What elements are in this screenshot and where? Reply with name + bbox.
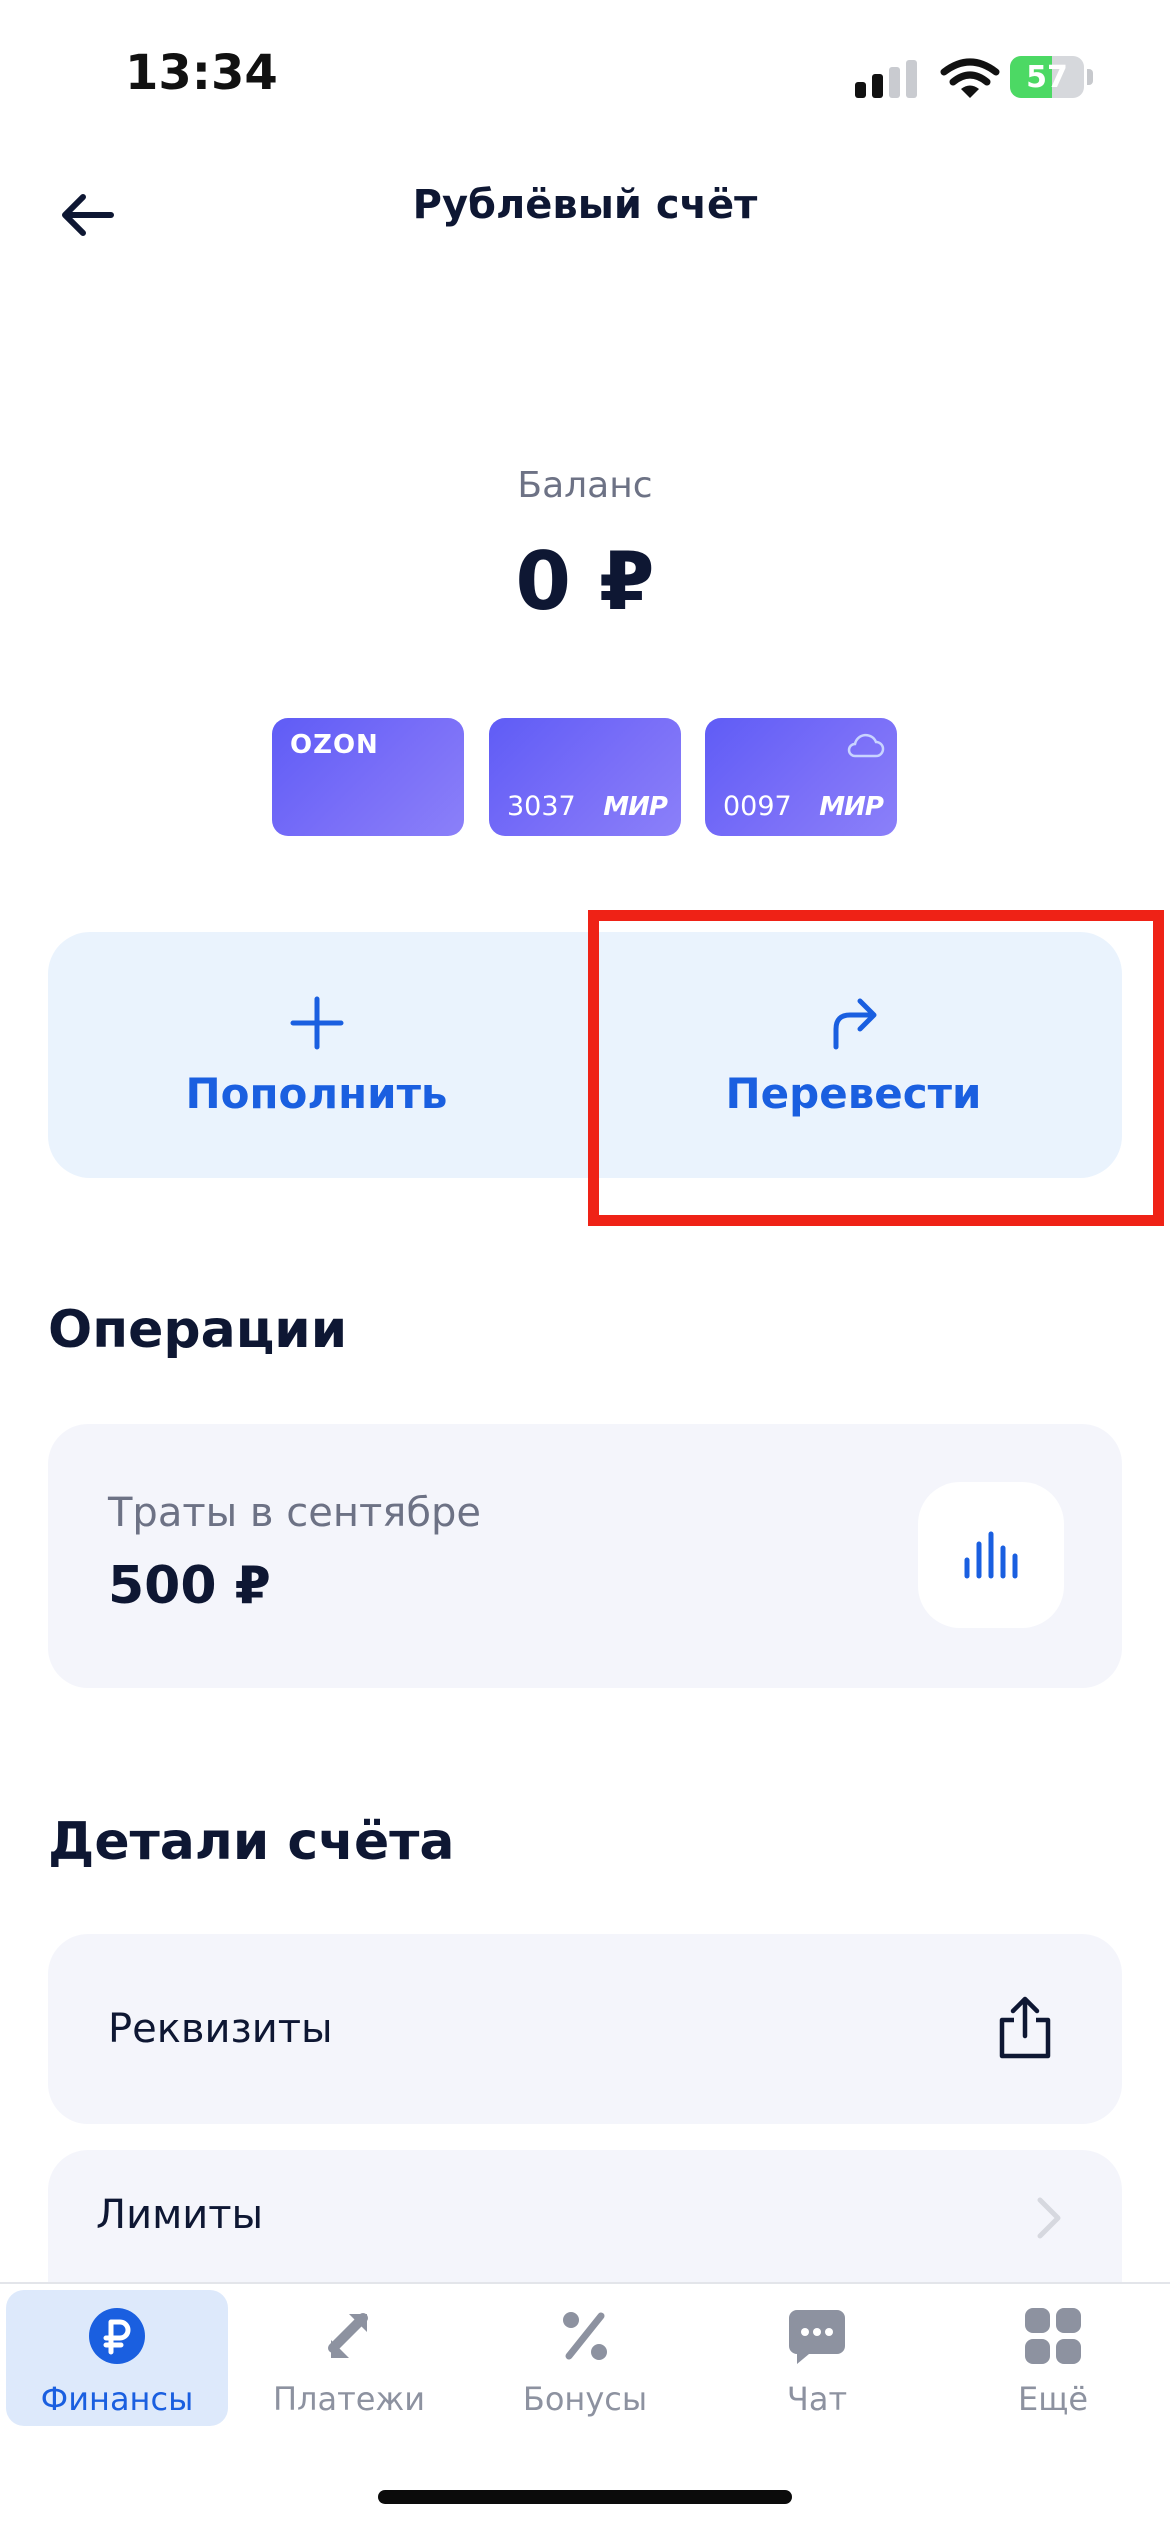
- tab-payments[interactable]: Платежи: [238, 2290, 460, 2426]
- tab-label: Финансы: [40, 2380, 194, 2418]
- limits-label: Лимиты: [96, 2192, 264, 2238]
- home-indicator: [378, 2490, 792, 2504]
- status-time: 13:34: [125, 45, 278, 101]
- cloud-icon: [847, 733, 885, 758]
- ruble-icon: [89, 2308, 145, 2364]
- tab-bonuses[interactable]: Бонусы: [474, 2290, 696, 2426]
- chevron-right-icon: [1037, 2197, 1061, 2239]
- card-ozon[interactable]: OZON: [272, 718, 464, 836]
- spend-label: Траты в сентябре: [108, 1490, 482, 1536]
- tab-chat[interactable]: Чат: [706, 2290, 928, 2426]
- ozon-logo: OZON: [290, 730, 379, 760]
- analytics-button[interactable]: [918, 1482, 1064, 1628]
- transfer-arrows-icon: [328, 2313, 368, 2358]
- bar-chart-icon: [964, 1531, 1018, 1579]
- battery-percent: 57: [1026, 60, 1068, 95]
- highlight-box: [588, 910, 1164, 1226]
- tab-more[interactable]: Ещё: [942, 2290, 1164, 2426]
- grid-icon: [1025, 2308, 1081, 2364]
- card-0097[interactable]: 0097 МИР: [705, 718, 897, 836]
- tab-label: Платежи: [272, 2380, 426, 2418]
- spend-value: 500 ₽: [108, 1556, 271, 1616]
- topup-button[interactable]: Пополнить: [48, 932, 585, 1178]
- card-3037[interactable]: 3037 МИР: [489, 718, 681, 836]
- balance-label: Баланс: [517, 465, 653, 506]
- cellular-signal-icon: [855, 60, 917, 98]
- operations-title: Операции: [48, 1300, 348, 1360]
- tab-label: Бонусы: [522, 2380, 648, 2418]
- account-details-title: Детали счёта: [48, 1812, 455, 1872]
- tab-finance[interactable]: Финансы: [6, 2290, 228, 2426]
- chat-icon: [789, 2310, 845, 2364]
- card-number: 3037: [507, 791, 576, 822]
- battery-icon: 57: [1010, 56, 1094, 98]
- share-icon[interactable]: [994, 1996, 1056, 2060]
- wifi-icon: [940, 58, 1000, 98]
- tab-label: Чат: [786, 2380, 848, 2418]
- mir-logo: МИР: [603, 792, 668, 822]
- page-title: Рублёвый счёт: [412, 182, 758, 228]
- topup-label: Пополнить: [185, 1068, 448, 1118]
- percent-icon: [563, 2312, 607, 2360]
- plus-icon: [290, 996, 343, 1049]
- mir-logo: МИР: [819, 792, 884, 822]
- card-number: 0097: [723, 791, 792, 822]
- balance-value: 0 ₽: [515, 535, 655, 628]
- tab-label: Ещё: [1017, 2380, 1089, 2418]
- requisites-label: Реквизиты: [108, 2006, 333, 2052]
